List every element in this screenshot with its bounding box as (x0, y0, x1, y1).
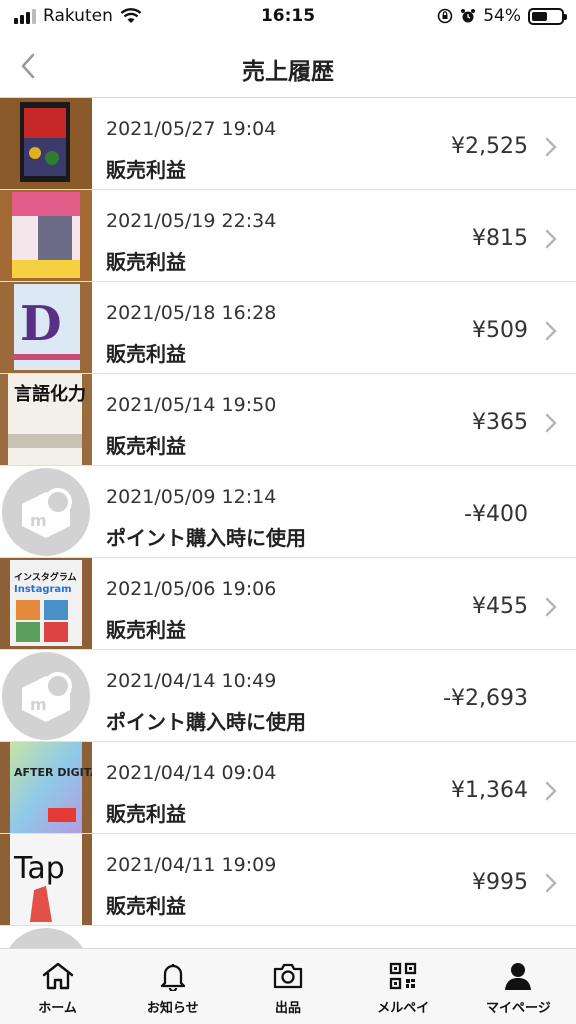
point-usage-icon: m (0, 650, 92, 741)
item-thumbnail: 言語化力 (0, 374, 92, 465)
chevron-right-icon (545, 597, 557, 617)
transaction-type: 販売利益 (106, 342, 186, 366)
status-bar: Rakuten 16:15 54% (0, 0, 576, 34)
chevron-right-icon (545, 413, 557, 433)
transaction-type: 販売利益 (106, 802, 186, 826)
item-thumbnail: Tap (0, 834, 92, 925)
svg-text:m: m (30, 511, 47, 530)
transaction-type: 販売利益 (106, 894, 186, 918)
transaction-type: 販売利益 (106, 434, 186, 458)
transaction-amount: -¥400 (464, 502, 528, 527)
alarm-icon (461, 9, 476, 23)
bottom-nav: ホーム お知らせ 出品 メルペイ マイページ (0, 948, 576, 1024)
status-right: 54% (437, 6, 567, 26)
transaction-type: 販売利益 (106, 618, 186, 642)
transaction-amount: ¥815 (472, 226, 528, 251)
transaction-amount: ¥2,525 (451, 134, 528, 159)
list-item[interactable]: m 2021/05/09 12:14 ポイント購入時に使用 -¥400 (0, 466, 576, 558)
chevron-right-icon (545, 873, 557, 893)
thumb-letter: D (20, 296, 62, 352)
list-item-partial (0, 926, 576, 948)
thumb-text: AFTER DIGITAL (14, 766, 92, 779)
list-item[interactable]: 2021/05/19 22:34 販売利益 ¥815 (0, 190, 576, 282)
transaction-date: 2021/05/14 19:50 (106, 394, 277, 416)
transaction-date: 2021/05/18 16:28 (106, 302, 277, 324)
nav-home[interactable]: ホーム (0, 949, 115, 1024)
bell-icon (160, 964, 185, 991)
chevron-right-icon (545, 229, 557, 249)
transaction-amount: -¥2,693 (443, 686, 528, 711)
item-thumbnail (0, 190, 92, 281)
header: 売上履歴 (0, 34, 576, 98)
transaction-date: 2021/04/11 19:09 (106, 854, 277, 876)
nav-notifications-label: お知らせ (146, 1001, 199, 1016)
list-item[interactable]: D 2021/05/18 16:28 販売利益 ¥509 (0, 282, 576, 374)
nav-mypage[interactable]: マイページ (461, 949, 576, 1024)
orientation-lock-icon (437, 8, 453, 24)
svg-text:m: m (30, 695, 47, 714)
transaction-date: 2021/05/27 19:04 (106, 118, 277, 140)
transaction-date: 2021/04/14 10:49 (106, 670, 277, 692)
transaction-amount: ¥509 (472, 318, 528, 343)
thumb-text: 言語化力 (14, 383, 86, 405)
transaction-date: 2021/05/19 22:34 (106, 210, 277, 232)
chevron-right-icon (545, 137, 557, 157)
item-thumbnail: インスタグラム Instagram (0, 558, 92, 649)
nav-mypage-label: マイページ (486, 1001, 551, 1016)
list-item[interactable]: Tap 2021/04/11 19:09 販売利益 ¥995 (0, 834, 576, 926)
transaction-type: 販売利益 (106, 250, 186, 274)
camera-icon (273, 963, 303, 989)
item-thumbnail: D (0, 282, 92, 373)
item-thumbnail (0, 98, 92, 189)
nav-merpay[interactable]: メルペイ (346, 949, 461, 1024)
transaction-date: 2021/05/06 19:06 (106, 578, 277, 600)
battery-percent: 54% (483, 6, 521, 26)
thumb-text: Instagram (14, 584, 72, 595)
transaction-type: 販売利益 (106, 158, 186, 182)
transaction-amount: ¥995 (472, 870, 528, 895)
list-item[interactable]: 2021/05/27 19:04 販売利益 ¥2,525 (0, 98, 576, 190)
user-icon (505, 963, 532, 990)
transaction-date: 2021/04/14 09:04 (106, 762, 277, 784)
transaction-type: ポイント購入時に使用 (106, 710, 306, 734)
thumb-text: Tap (13, 851, 65, 886)
nav-sell-label: 出品 (275, 1001, 302, 1016)
list-item[interactable]: m 2021/04/14 10:49 ポイント購入時に使用 -¥2,693 (0, 650, 576, 742)
sales-history-list: 2021/05/27 19:04 販売利益 ¥2,525 2021/05/19 … (0, 98, 576, 948)
point-usage-icon: m (0, 466, 92, 557)
transaction-date: 2021/05/09 12:14 (106, 486, 277, 508)
home-icon (42, 962, 73, 990)
chevron-right-icon (545, 781, 557, 801)
chevron-right-icon (545, 321, 557, 341)
nav-merpay-label: メルペイ (377, 1001, 430, 1016)
nav-sell[interactable]: 出品 (230, 949, 345, 1024)
nav-home-label: ホーム (38, 1001, 77, 1016)
thumb-text: インスタグラム (14, 571, 77, 583)
point-usage-icon (9, 928, 83, 948)
qr-code-icon (390, 962, 417, 990)
battery-icon (528, 7, 567, 25)
list-item[interactable]: インスタグラム Instagram 2021/05/06 19:06 販売利益 … (0, 558, 576, 650)
page-title: 売上履歴 (242, 59, 334, 85)
list-item[interactable]: AFTER DIGITAL 2021/04/14 09:04 販売利益 ¥1,3… (0, 742, 576, 834)
transaction-amount: ¥1,364 (451, 778, 528, 803)
nav-notifications[interactable]: お知らせ (115, 949, 230, 1024)
item-thumbnail: AFTER DIGITAL (0, 742, 92, 833)
transaction-type: ポイント購入時に使用 (106, 526, 306, 550)
transaction-amount: ¥365 (472, 410, 528, 435)
transaction-amount: ¥455 (472, 594, 528, 619)
list-item[interactable]: 言語化力 2021/05/14 19:50 販売利益 ¥365 (0, 374, 576, 466)
battery-fill (532, 11, 548, 21)
